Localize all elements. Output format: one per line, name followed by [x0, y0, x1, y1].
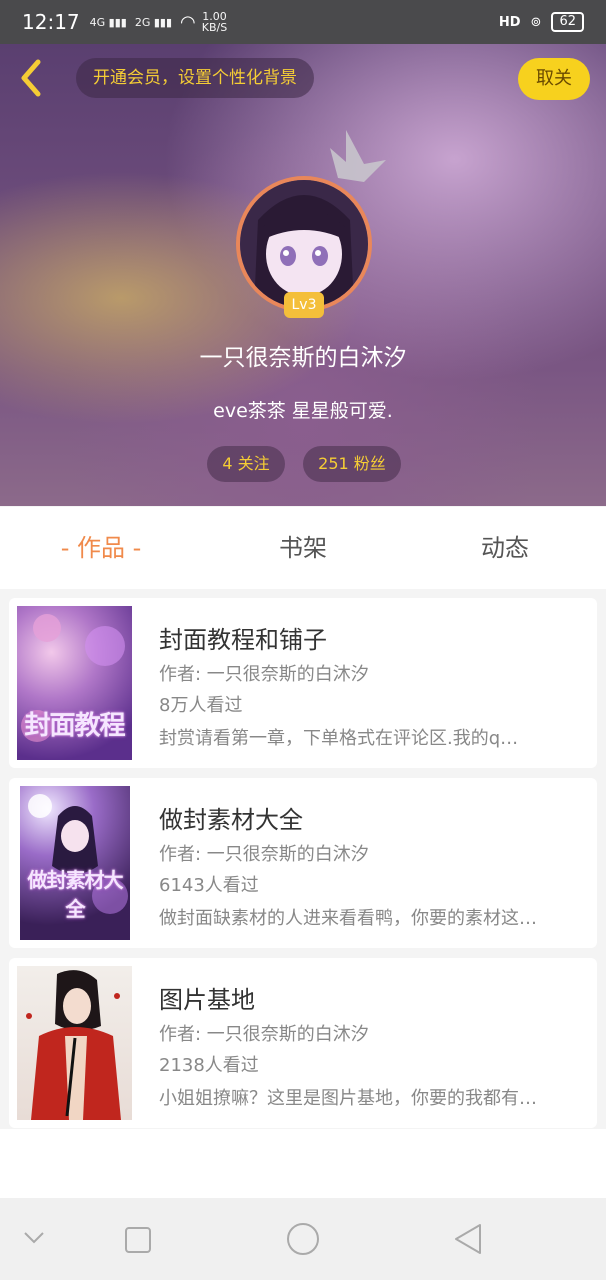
work-author: 作者: 一只很奈斯的白沐汐	[159, 1024, 369, 1045]
tab-activity[interactable]: 动态	[404, 507, 606, 589]
work-views: 8万人看过	[159, 695, 243, 716]
list-item[interactable]: 封面教程 封面教程和铺子 作者: 一只很奈斯的白沐汐 8万人看过 封赏请看第一章…	[9, 598, 597, 768]
nav-home-icon[interactable]	[286, 1222, 320, 1256]
network-speed: 1.00 KB/S	[201, 10, 228, 34]
work-description: 封赏请看第一章，下单格式在评论区.我的q…	[159, 728, 519, 749]
tab-bookshelf[interactable]: 书架	[202, 507, 404, 589]
signal-4g-icon: 4G ▮▮▮	[89, 15, 127, 29]
alarm-icon: ⊚	[530, 14, 542, 30]
book-cover[interactable]: 做封素材大全	[20, 786, 130, 940]
work-description: 小姐姐撩嘛？这里是图片基地，你要的我都有…	[159, 1088, 537, 1109]
signal-2g-icon: 2G ▮▮▮	[134, 15, 173, 29]
battery-icon: 62	[551, 12, 584, 32]
work-title: 图片基地	[159, 986, 255, 1014]
work-description: 做封面缺素材的人进来看看鸭，你要的素材这…	[159, 908, 537, 929]
profile-tabs: - 作品 - 书架 动态	[0, 507, 606, 589]
back-arrow-icon	[21, 59, 41, 97]
fans-count[interactable]: 251 粉丝	[303, 446, 401, 482]
level-badge: Lv3	[284, 292, 324, 318]
avatar-image	[240, 180, 368, 308]
back-button[interactable]	[14, 58, 50, 98]
profile-header: 开通会员，设置个性化背景 取关 Lv3 一只很奈斯的白沐汐 eve茶茶 星星般可…	[0, 44, 606, 506]
work-title: 封面教程和铺子	[159, 626, 327, 654]
cover-illustration	[26, 970, 121, 1120]
book-cover[interactable]: 封面教程	[17, 606, 132, 760]
wifi-icon: ◠	[180, 11, 196, 33]
status-bar: 12:17 4G ▮▮▮ 2G ▮▮▮ ◠ 1.00 KB/S HD ⊚ 62	[0, 0, 606, 44]
crown-icon	[330, 130, 386, 182]
nav-back-icon[interactable]	[452, 1222, 484, 1256]
nav-collapse-icon[interactable]	[22, 1230, 46, 1246]
list-footer-space	[0, 1129, 606, 1198]
work-views: 6143人看过	[159, 875, 259, 896]
cover-title: 封面教程	[24, 711, 125, 741]
work-views: 2138人看过	[159, 1055, 259, 1076]
profile-name: 一只很奈斯的白沐汐	[199, 345, 407, 371]
work-title: 做封素材大全	[159, 806, 303, 834]
nav-recents-icon[interactable]	[124, 1226, 152, 1254]
work-author: 作者: 一只很奈斯的白沐汐	[159, 664, 369, 685]
status-time: 12:17	[22, 10, 80, 34]
unfollow-button[interactable]: 取关	[518, 58, 590, 100]
list-item[interactable]: 做封素材大全 做封素材大全 作者: 一只很奈斯的白沐汐 6143人看过 做封面缺…	[9, 778, 597, 948]
book-cover[interactable]	[17, 966, 132, 1120]
vip-background-prompt[interactable]: 开通会员，设置个性化背景	[76, 58, 314, 98]
profile-signature: eve茶茶 星星般可爱.	[213, 400, 393, 422]
hd-icon: HD	[498, 14, 521, 30]
list-item[interactable]: 图片基地 作者: 一只很奈斯的白沐汐 2138人看过 小姐姐撩嘛？这里是图片基地…	[9, 958, 597, 1128]
tab-works[interactable]: - 作品 -	[0, 507, 202, 589]
work-author: 作者: 一只很奈斯的白沐汐	[159, 844, 369, 865]
system-nav-bar	[0, 1198, 606, 1280]
cover-title: 做封素材大全	[27, 868, 124, 921]
following-count[interactable]: 4 关注	[207, 446, 285, 482]
